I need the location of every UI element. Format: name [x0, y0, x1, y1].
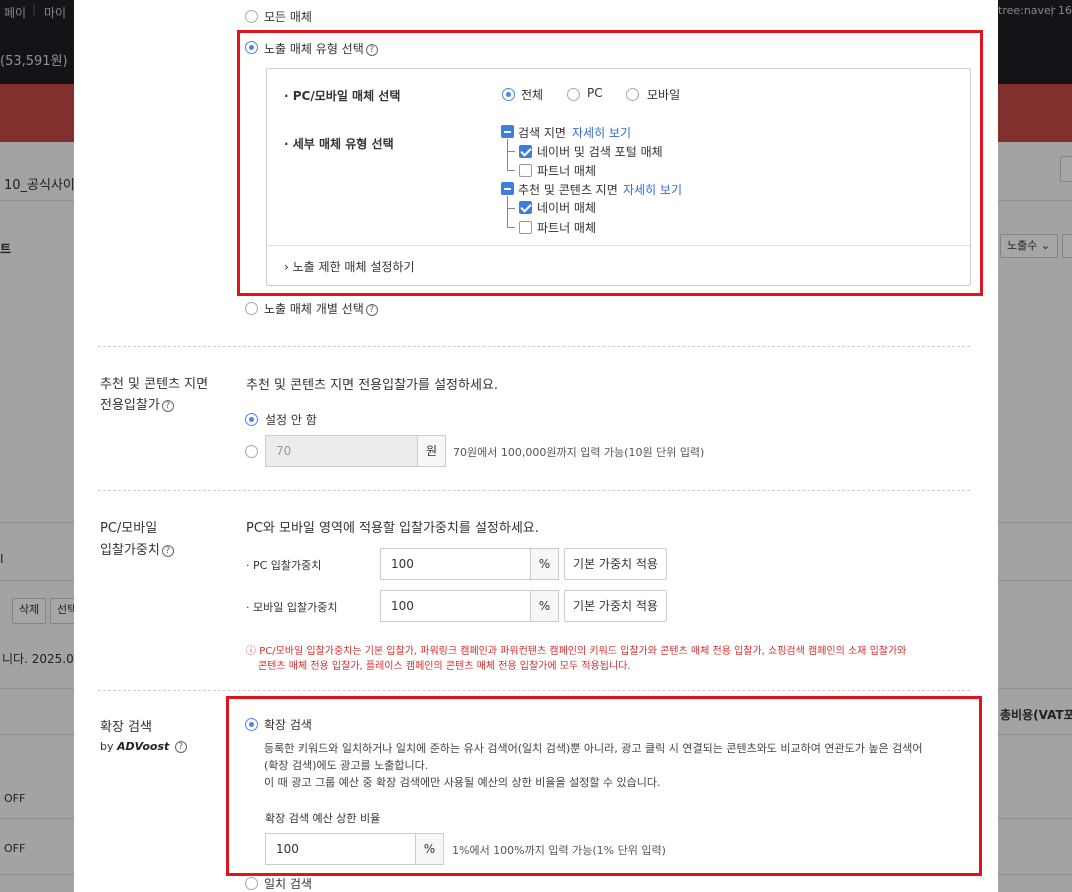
- help-icon[interactable]: ?: [161, 400, 174, 412]
- weight-title-2: 입찰가중치?: [100, 539, 174, 558]
- mobile-apply-default-button[interactable]: 기본 가중치 적용: [564, 590, 667, 622]
- highlight-box: [226, 696, 982, 876]
- section-divider: [98, 490, 970, 491]
- radio-exact-search[interactable]: [245, 877, 258, 890]
- radio-content-bid[interactable]: [245, 445, 258, 458]
- content-bid-title-2-text: 전용입찰가: [100, 398, 160, 413]
- content-bid-title-1: 추천 및 콘텐츠 지면: [100, 377, 209, 392]
- percent-unit: %: [531, 548, 559, 580]
- by-label: by: [100, 740, 114, 753]
- settings-modal: 모든 매체 노출 매체 유형 선택? · PC/모바일 매체 선택 전체 PC …: [74, 0, 998, 892]
- mobile-weight-label: · 모바일 입찰가중치: [246, 601, 338, 614]
- mobile-weight-input[interactable]: 100: [380, 590, 531, 622]
- help-icon[interactable]: ?: [161, 545, 174, 557]
- percent-unit: %: [531, 590, 559, 622]
- info-icon: ⓘ: [246, 646, 256, 657]
- content-bid-desc: 추천 및 콘텐츠 지면 전용입찰가를 설정하세요.: [246, 378, 499, 393]
- weight-title-1: PC/모바일: [100, 521, 158, 536]
- advoost-logo: ADVoost: [117, 740, 170, 753]
- highlight-box: [237, 30, 983, 296]
- individual-media-text: 노출 매체 개별 선택: [264, 302, 364, 316]
- pc-weight-label-text: PC 입찰가중치: [253, 559, 322, 572]
- section-divider: [98, 690, 970, 691]
- pc-weight-input[interactable]: 100: [380, 548, 531, 580]
- weight-desc: PC와 모바일 영역에 적용할 입찰가중치를 설정하세요.: [246, 521, 539, 536]
- weight-note-2: 콘텐츠 매체 전용 입찰가, 플레이스 캠페인의 콘텐츠 매체 전용 입찰가에 …: [258, 661, 631, 672]
- advoost-brand: by ADVoost ?: [100, 740, 187, 753]
- content-bid-input[interactable]: 70: [265, 435, 418, 467]
- all-media-label: 모든 매체: [264, 10, 312, 24]
- help-icon[interactable]: ?: [365, 304, 378, 316]
- currency-unit: 원: [418, 435, 446, 467]
- weight-title-2-text: 입찰가중치: [100, 543, 160, 558]
- radio-individual-media[interactable]: [245, 302, 258, 315]
- weight-note-1: ⓘ PC/모바일 입찰가중치는 기본 입찰가, 파워링크 캠페인과 파워컨텐츠 …: [246, 642, 906, 657]
- expand-title: 확장 검색: [100, 720, 152, 735]
- no-content-bid-label: 설정 안 함: [265, 413, 317, 427]
- screen: 페이 마이 | tree:naver | 16 (53,591원) ⌄ 10_공…: [0, 0, 1072, 892]
- content-bid-hint: 70원에서 100,000원까지 입력 가능(10원 단위 입력): [453, 446, 705, 459]
- content-bid-title-2: 전용입찰가?: [100, 394, 174, 413]
- weight-note-1-text: PC/모바일 입찰가중치는 기본 입찰가, 파워링크 캠페인과 파워컨텐츠 캠페…: [259, 646, 907, 657]
- radio-all-media[interactable]: [245, 10, 258, 23]
- exact-search-label: 일치 검색: [264, 877, 312, 891]
- individual-media-label: 노출 매체 개별 선택?: [264, 300, 378, 317]
- pc-weight-label: · PC 입찰가중치: [246, 559, 322, 572]
- section-divider: [98, 346, 970, 347]
- pc-apply-default-button[interactable]: 기본 가중치 적용: [564, 548, 667, 580]
- help-icon[interactable]: ?: [174, 741, 187, 753]
- radio-no-content-bid[interactable]: [245, 413, 258, 426]
- mobile-weight-label-text: 모바일 입찰가중치: [253, 601, 338, 614]
